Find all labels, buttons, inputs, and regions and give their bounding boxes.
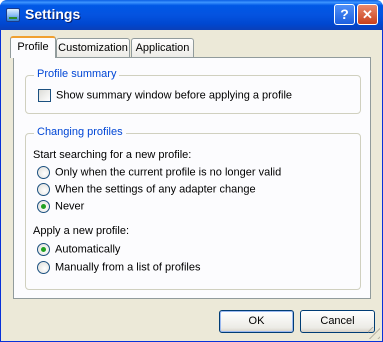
search-label: Start searching for a new profile: <box>33 149 192 161</box>
summary-window-checkbox-row[interactable]: Show summary window before applying a pr… <box>38 89 292 103</box>
radio-label[interactable]: Manually from a list of profiles <box>55 262 201 274</box>
changing-profiles-title: Changing profiles <box>34 126 126 138</box>
summary-window-checkbox-label[interactable]: Show summary window before applying a pr… <box>56 90 292 102</box>
radio-only-when-invalid[interactable]: Only when the current profile is no long… <box>37 166 281 180</box>
radio-button[interactable] <box>37 166 50 179</box>
profile-summary-group: Profile summary Show summary window befo… <box>25 68 361 114</box>
title-bar[interactable]: Settings ? ✕ <box>0 0 383 30</box>
tab-customization[interactable]: Customization <box>56 38 130 58</box>
radio-button-checked[interactable] <box>37 200 50 213</box>
help-button[interactable]: ? <box>334 4 355 25</box>
apply-label: Apply a new profile: <box>33 225 129 237</box>
profile-summary-title: Profile summary <box>34 68 120 80</box>
summary-window-checkbox[interactable] <box>38 89 51 102</box>
app-icon <box>6 8 20 22</box>
radio-label[interactable]: When the settings of any adapter change <box>55 184 256 196</box>
radio-label[interactable]: Never <box>55 201 84 213</box>
tab-profile[interactable]: Profile <box>10 36 56 58</box>
radio-label[interactable]: Automatically <box>55 244 120 256</box>
settings-dialog: Settings ? ✕ Profile Customization Appli… <box>0 0 383 342</box>
radio-button[interactable] <box>37 261 50 274</box>
radio-never[interactable]: Never <box>37 200 84 214</box>
close-button[interactable]: ✕ <box>357 4 378 25</box>
radio-adapter-change[interactable]: When the settings of any adapter change <box>37 183 256 197</box>
changing-profiles-group: Changing profiles Start searching for a … <box>25 126 361 290</box>
radio-button-checked[interactable] <box>37 243 50 256</box>
resize-grip[interactable] <box>368 327 380 339</box>
tab-application[interactable]: Application <box>131 38 194 58</box>
radio-label[interactable]: Only when the current profile is no long… <box>55 167 281 179</box>
ok-button[interactable]: OK <box>219 310 294 333</box>
cancel-button[interactable]: Cancel <box>300 310 375 333</box>
window-title: Settings <box>25 6 81 22</box>
profile-tab-panel: Profile summary Show summary window befo… <box>13 57 371 299</box>
radio-manually[interactable]: Manually from a list of profiles <box>37 261 201 275</box>
radio-button[interactable] <box>37 183 50 196</box>
radio-automatically[interactable]: Automatically <box>37 243 120 257</box>
